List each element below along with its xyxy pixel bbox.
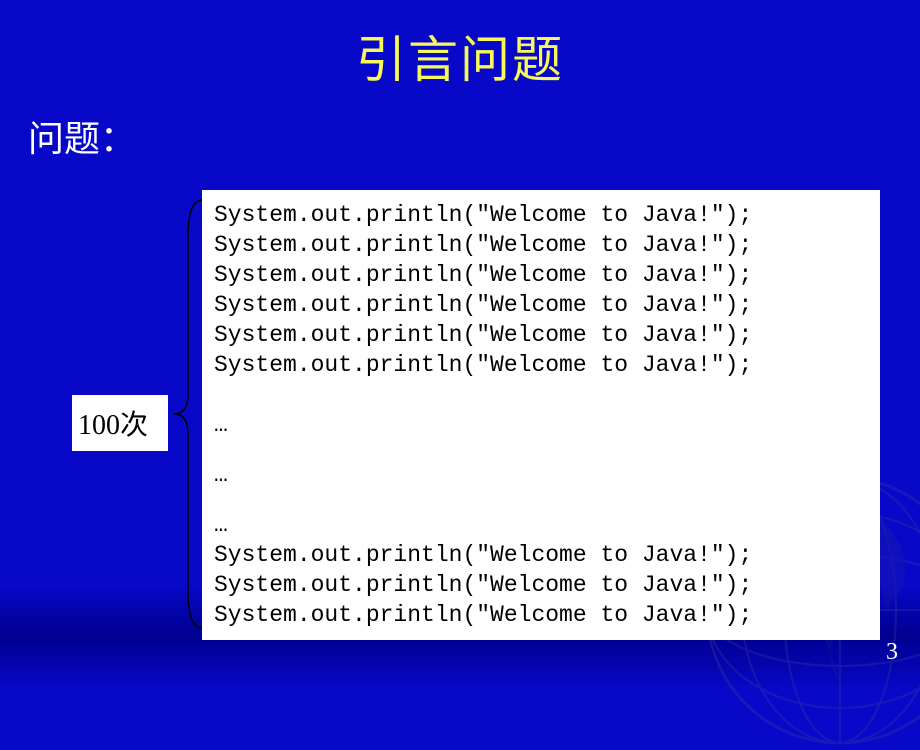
- code-line: System.out.println("Welcome to Java!");: [214, 320, 868, 350]
- code-block: System.out.println("Welcome to Java!"); …: [202, 190, 880, 640]
- section-label: 问题：: [28, 110, 136, 162]
- code-line: System.out.println("Welcome to Java!");: [214, 260, 868, 290]
- count-label: 100次: [72, 395, 168, 451]
- code-line: System.out.println("Welcome to Java!");: [214, 290, 868, 320]
- page-number: 3: [886, 639, 898, 666]
- code-line: System.out.println("Welcome to Java!");: [214, 540, 868, 570]
- slide-title: 引言问题: [0, 0, 920, 92]
- code-ellipsis: …: [214, 410, 868, 440]
- code-ellipsis: …: [214, 510, 868, 540]
- code-line: System.out.println("Welcome to Java!");: [214, 200, 868, 230]
- code-ellipsis: …: [214, 460, 868, 490]
- code-line: System.out.println("Welcome to Java!");: [214, 230, 868, 260]
- code-line: System.out.println("Welcome to Java!");: [214, 600, 868, 630]
- code-line: System.out.println("Welcome to Java!");: [214, 350, 868, 380]
- brace-icon: [170, 198, 206, 630]
- code-line: System.out.println("Welcome to Java!");: [214, 570, 868, 600]
